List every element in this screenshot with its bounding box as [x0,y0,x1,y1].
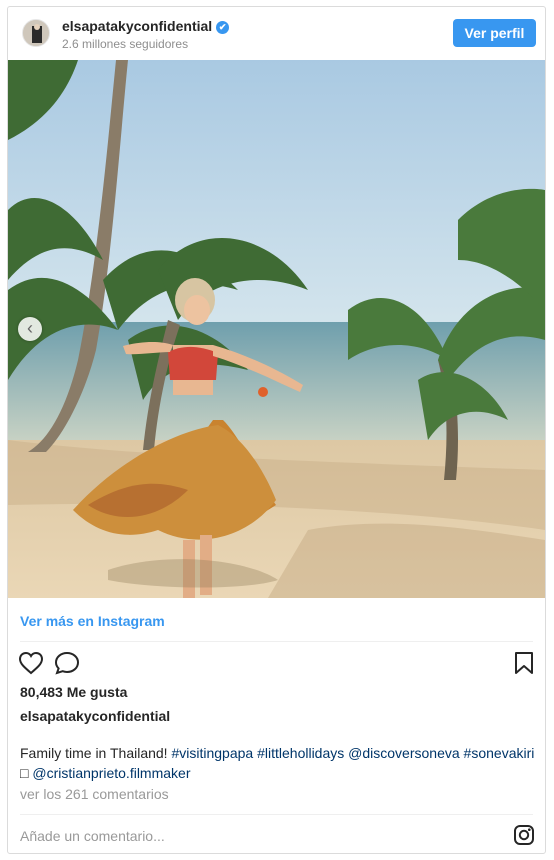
view-profile-button[interactable]: Ver perfil [453,19,536,47]
follower-count: 2.6 millones seguidores [62,37,189,51]
comment-icon[interactable] [54,651,80,680]
header-username[interactable]: elsapatakyconfidential ✔ [62,18,230,34]
divider [20,814,533,815]
hashtag-link[interactable]: #visitingpapa [171,745,253,761]
username-text[interactable]: elsapatakyconfidential [62,18,212,34]
bookmark-icon[interactable] [514,651,534,680]
post-caption: Family time in Thailand! #visitingpapa #… [20,743,535,783]
mention-link[interactable]: @cristianprieto.filmmaker [32,765,190,781]
add-comment-input[interactable]: Añade un comentario... [20,828,165,844]
heart-icon[interactable] [18,651,44,680]
view-more-on-instagram-link[interactable]: Ver más en Instagram [20,613,165,629]
instagram-embed-card: elsapatakyconfidential ✔ 2.6 millones seg… [7,6,546,854]
camera-emoji-icon: □ [20,765,29,781]
caption-text: Family time in Thailand! [20,745,172,761]
like-count[interactable]: 80,483 Me gusta [20,684,127,700]
avatar[interactable] [22,19,50,47]
post-header: elsapatakyconfidential ✔ 2.6 millones seg… [8,7,545,60]
verified-badge-icon: ✔ [216,21,230,34]
previous-photo-button[interactable]: ‹ [18,317,42,341]
post-photo[interactable]: ‹ [8,60,545,598]
caption-author[interactable]: elsapatakyconfidential [20,708,170,724]
hashtag-link[interactable]: #sonevakiri [464,745,535,761]
instagram-logo-icon[interactable] [513,824,535,851]
divider [20,641,533,642]
beach-scene-image [8,60,545,598]
mention-link[interactable]: @discoversoneva [348,745,460,761]
view-comments-link[interactable]: ver los 261 comentarios [20,786,169,802]
hashtag-link[interactable]: #littlehollidays [257,745,344,761]
